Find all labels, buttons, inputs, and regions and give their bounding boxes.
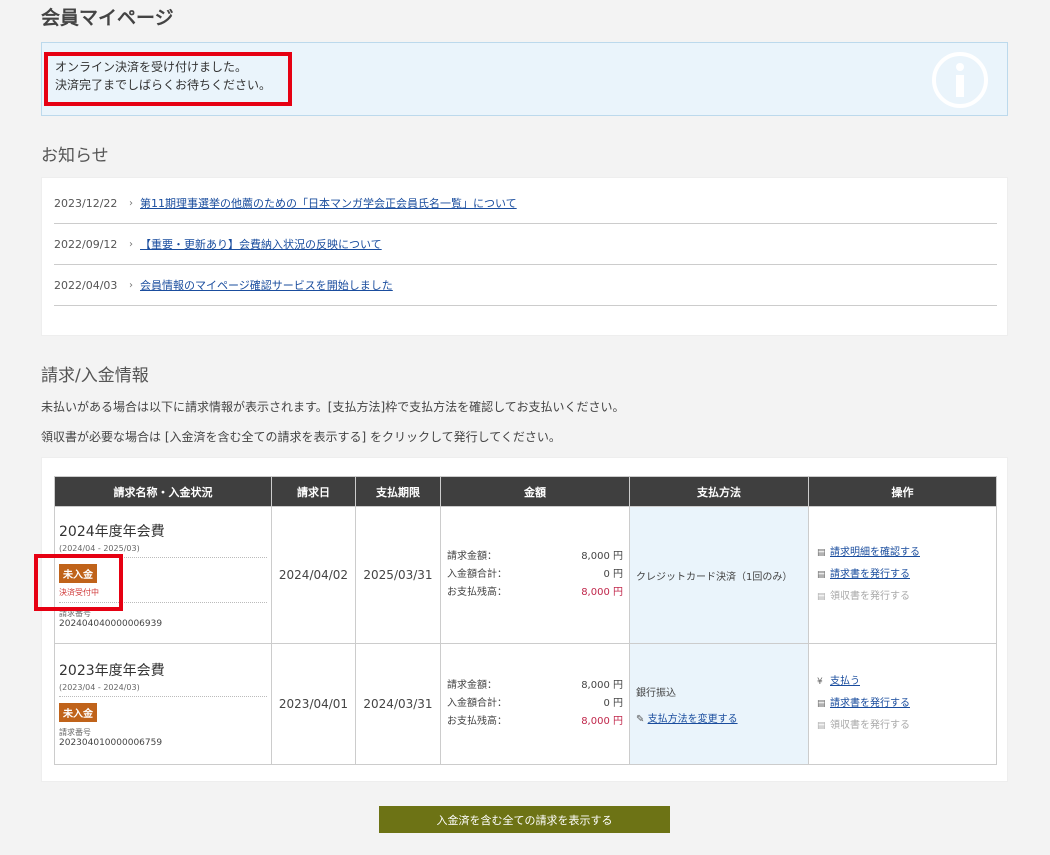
chevron-right-icon: › (129, 279, 133, 291)
issue-invoice-link[interactable]: 請求書を発行する (830, 693, 910, 715)
document-icon: ▤ (817, 699, 826, 709)
op-item: ▤ 請求書を発行する (817, 693, 988, 715)
issue-invoice-link[interactable]: 請求書を発行する (830, 564, 910, 586)
amount-row: お支払残高： 8,000 円 (447, 713, 623, 731)
bill-due: 2025/03/31 (355, 506, 441, 644)
issue-receipt-disabled: 領収書を発行する (830, 591, 910, 602)
header-amount: 金額 (440, 476, 630, 507)
amount-label: 請求金額： (447, 680, 497, 691)
table-header-row: 請求名称・入金状況 請求日 支払期限 金額 支払方法 操作 (54, 476, 997, 507)
status-badge: 未入金 (59, 703, 97, 722)
amount-row: 請求金額： 8,000 円 (447, 677, 623, 695)
amount-label: 入金額合計： (447, 698, 507, 709)
amount-label: 請求金額： (447, 551, 497, 562)
op-item: ¥ 支払う (817, 671, 988, 693)
show-all-bills-button[interactable]: 入金済を含む全ての請求を表示する (379, 806, 670, 833)
document-icon: ▤ (817, 721, 826, 731)
header-due: 支払期限 (355, 476, 441, 507)
amount-row: お支払残高： 8,000 円 (447, 584, 623, 602)
billing-table: 請求名称・入金状況 請求日 支払期限 金額 支払方法 操作 2024年度年会費 … (54, 476, 997, 765)
bill-amount-cell: 請求金額： 8,000 円 入金額合計： 0 円 お支払残高： 8,000 円 (440, 643, 630, 765)
news-link[interactable]: 【重要・更新あり】会費納入状況の反映について (140, 236, 382, 252)
document-icon: ▤ (817, 548, 826, 558)
op-item: ▤ 領収書を発行する (817, 586, 988, 608)
document-icon: ▤ (817, 592, 826, 602)
bill-number: 202404040000006939 (59, 619, 163, 629)
billing-section-title: 請求/入金情報 (41, 366, 149, 386)
chevron-right-icon: › (129, 238, 133, 250)
news-link[interactable]: 会員情報のマイページ確認サービスを開始しました (140, 277, 393, 293)
change-payment-method-link[interactable]: 支払方法を変更する (648, 714, 738, 725)
notice-highlight-box (44, 52, 292, 106)
bill-amount-cell: 請求金額： 8,000 円 入金額合計： 0 円 お支払残高： 8,000 円 (440, 506, 630, 644)
amount-value: 0 円 (603, 569, 623, 580)
amount-row: 入金額合計： 0 円 (447, 566, 623, 584)
bill-number-label: 請求番号 (59, 728, 91, 737)
bill-title: 2023年度年会費 (59, 663, 165, 679)
amount-value: 8,000 円 (581, 680, 623, 691)
amount-value: 8,000 円 (581, 551, 623, 562)
bill-date: 2024/04/02 (271, 506, 356, 644)
amount-value: 8,000 円 (581, 716, 623, 727)
page-title: 会員マイページ (41, 7, 174, 29)
view-bill-detail-link[interactable]: 請求明細を確認する (830, 542, 920, 564)
bill-period: (2023/04 - 2024/03) (59, 683, 267, 697)
document-icon: ▤ (817, 570, 826, 580)
ops-cell: ¥ 支払う ▤ 請求書を発行する ▤ 領収書を発行する (808, 643, 997, 765)
bill-name-cell: 2023年度年会費 (2023/04 - 2024/03) 未入金 請求番号 2… (54, 643, 272, 765)
news-item: 2023/12/22 › 第11期理事選挙の他薦のための「日本マンガ学会正会員氏… (54, 183, 997, 224)
ops-cell: ▤ 請求明細を確認する ▤ 請求書を発行する ▤ 領収書を発行する (808, 506, 997, 644)
payment-method: クレジットカード決済（1回のみ） (636, 571, 793, 583)
status-highlight-box (34, 554, 123, 611)
bill-number: 202304010000006759 (59, 738, 163, 748)
amount-label: お支払残高： (447, 587, 507, 598)
news-link[interactable]: 第11期理事選挙の他薦のための「日本マンガ学会正会員氏名一覧」について (140, 195, 517, 211)
bill-due: 2024/03/31 (355, 643, 441, 765)
header-ops: 操作 (808, 476, 997, 507)
amount-label: 入金額合計： (447, 569, 507, 580)
pencil-icon: ✎ (636, 713, 645, 725)
news-date: 2022/09/12 (54, 237, 118, 251)
news-panel: 2023/12/22 › 第11期理事選挙の他薦のための「日本マンガ学会正会員氏… (41, 177, 1008, 336)
yen-icon: ¥ (817, 677, 823, 687)
bill-date: 2023/04/01 (271, 643, 356, 765)
amount-row: 請求金額： 8,000 円 (447, 548, 623, 566)
bill-title: 2024年度年会費 (59, 524, 165, 540)
header-name: 請求名称・入金状況 (54, 476, 272, 507)
pay-link[interactable]: 支払う (830, 671, 860, 693)
payment-method-cell: 銀行振込 ✎ 支払方法を変更する (629, 643, 809, 765)
table-row: 2023年度年会費 (2023/04 - 2024/03) 未入金 請求番号 2… (54, 643, 997, 765)
billing-description-1: 未払いがある場合は以下に請求情報が表示されます。[支払方法]枠で支払方法を確認し… (41, 400, 625, 414)
news-item: 2022/04/03 › 会員情報のマイページ確認サービスを開始しました (54, 265, 997, 306)
amount-value: 0 円 (603, 698, 623, 709)
op-item: ▤ 領収書を発行する (817, 715, 988, 737)
issue-receipt-disabled: 領収書を発行する (830, 720, 910, 731)
op-item: ▤ 請求明細を確認する (817, 542, 988, 564)
header-method: 支払方法 (629, 476, 809, 507)
header-date: 請求日 (271, 476, 356, 507)
payment-method: 銀行振込 (636, 687, 676, 699)
news-section-title: お知らせ (41, 146, 109, 166)
amount-row: 入金額合計： 0 円 (447, 695, 623, 713)
billing-panel: 請求名称・入金状況 請求日 支払期限 金額 支払方法 操作 2024年度年会費 … (41, 457, 1008, 782)
news-date: 2022/04/03 (54, 278, 118, 292)
info-icon (932, 52, 988, 108)
payment-method-cell: クレジットカード決済（1回のみ） (629, 506, 809, 644)
news-date: 2023/12/22 (54, 196, 118, 210)
amount-label: お支払残高： (447, 716, 507, 727)
chevron-right-icon: › (129, 197, 133, 209)
change-method-row: ✎ 支払方法を変更する (636, 710, 802, 725)
billing-description-2: 領収書が必要な場合は [入金済を含む全ての請求を表示する] をクリックして発行し… (41, 430, 561, 444)
table-row: 2024年度年会費 (2024/04 - 2025/03) 未入金 決済受付中 … (54, 506, 997, 644)
amount-value: 8,000 円 (581, 587, 623, 598)
op-item: ▤ 請求書を発行する (817, 564, 988, 586)
news-item: 2022/09/12 › 【重要・更新あり】会費納入状況の反映について (54, 224, 997, 265)
